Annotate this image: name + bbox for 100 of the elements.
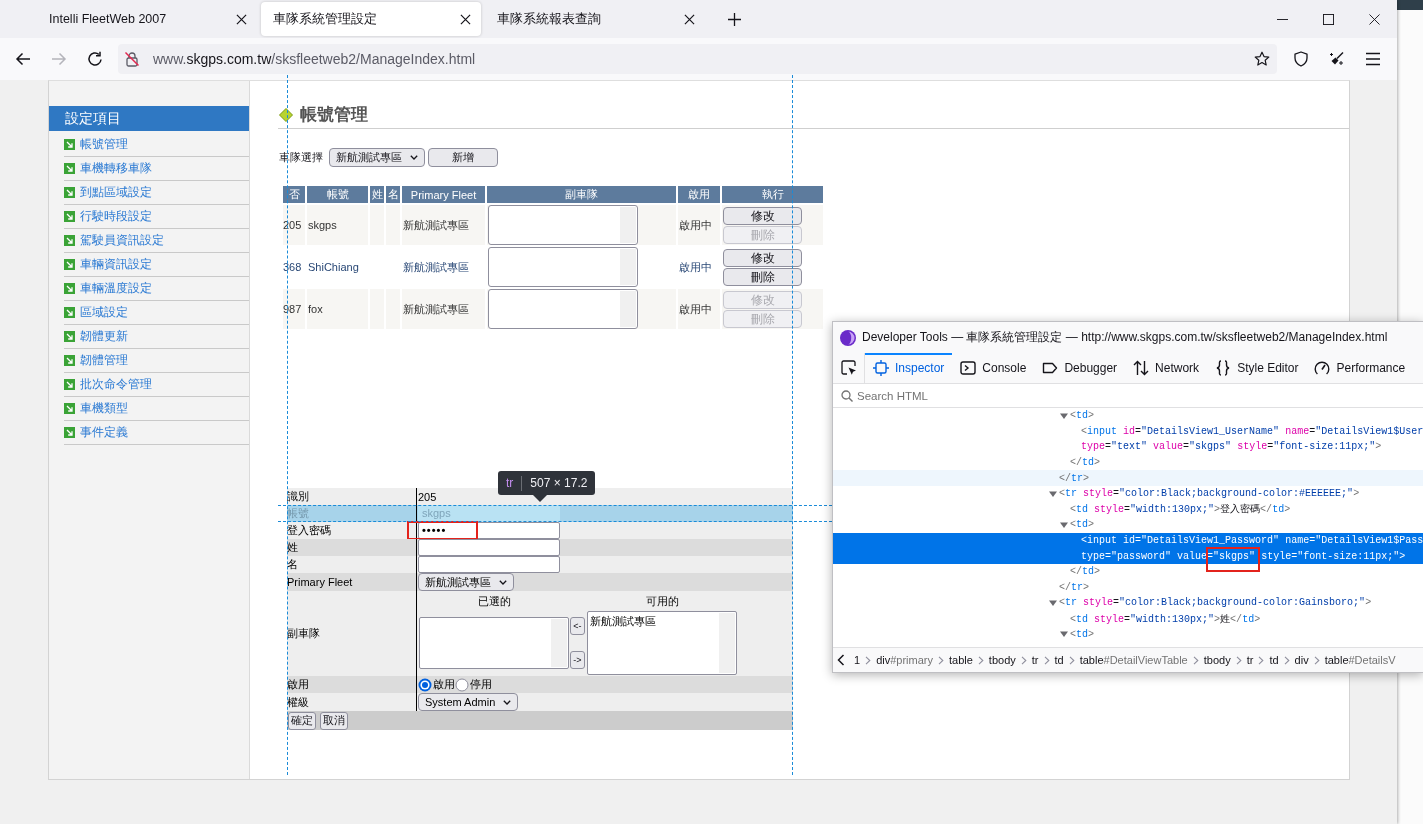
search-field[interactable]: Search HTML <box>857 386 1423 405</box>
lock-slash-icon[interactable] <box>124 51 140 67</box>
address-bar[interactable]: www.skgps.com.tw/sksfleetweb2/ManageIndex.html <box>118 44 1277 74</box>
fleet-select[interactable]: 新航測試專區 <box>329 148 425 167</box>
text-input[interactable] <box>418 556 560 573</box>
breadcrumb[interactable]: td <box>1269 654 1279 666</box>
sidebar-link[interactable]: 車輛溫度設定 <box>64 277 249 301</box>
action-button[interactable]: 修改 <box>723 206 802 225</box>
maximize-icon[interactable] <box>1322 13 1334 25</box>
markup-line[interactable]: type="text" value="skgps" style="font-size:11px;"> <box>833 439 1423 455</box>
markup-line[interactable]: </tr> <box>833 579 1423 596</box>
list-option[interactable]: 新航測試專區 <box>590 614 736 629</box>
dropdown-select[interactable]: System Admin <box>418 693 519 711</box>
breadcrumb[interactable]: td <box>1054 654 1064 666</box>
markup-line[interactable]: <td> <box>833 408 1423 424</box>
chevron-right-icon <box>1068 655 1075 665</box>
sidebar-link[interactable]: 韌體管理 <box>64 349 249 373</box>
element-picker-icon[interactable] <box>840 360 857 376</box>
field-label: 副車隊 <box>287 626 320 641</box>
markup-line[interactable]: <input id="DetailsView1_UserName" name="DetailsView1$User <box>833 423 1423 440</box>
plus-icon[interactable] <box>728 12 741 26</box>
field-label: 姓 <box>287 540 298 555</box>
devtools-tab[interactable]: Debugger <box>1034 353 1126 383</box>
broom-sparkle-icon[interactable] <box>1329 51 1345 67</box>
sidebar-link[interactable]: 韌體更新 <box>64 325 249 349</box>
close-icon[interactable] <box>236 13 247 25</box>
breadcrumb[interactable]: table <box>949 654 973 666</box>
breadcrumb[interactable]: tr <box>1031 654 1039 666</box>
arrow-square-icon <box>64 187 75 198</box>
chevron-right-icon <box>977 655 984 665</box>
action-button[interactable]: 刪除 <box>723 267 802 286</box>
chevron-left-icon[interactable] <box>837 654 845 666</box>
markup-line[interactable]: <td style="width:130px;">姓</td> <box>833 610 1423 627</box>
breadcrumb[interactable]: 1 <box>854 654 861 666</box>
markup-line[interactable]: <td style="width:130px;">登入密碼</td> <box>833 501 1423 518</box>
move-right-button[interactable]: -> <box>570 651 585 669</box>
selected-listbox[interactable] <box>419 617 569 669</box>
action-button[interactable]: 修改 <box>723 248 802 267</box>
browser-tab[interactable]: 車隊系統報表查詢 <box>485 2 705 36</box>
markup-line[interactable]: </td> <box>833 454 1423 471</box>
close-icon[interactable] <box>460 13 471 25</box>
chevron-right-icon <box>1192 655 1199 665</box>
radio-option[interactable]: 啟用 <box>418 677 455 692</box>
devtools-tab[interactable]: Inspector <box>865 353 953 383</box>
radio-icon[interactable] <box>455 677 469 692</box>
disclosure-triangle-icon[interactable] <box>1060 411 1068 420</box>
radio-icon[interactable] <box>418 677 432 692</box>
sub-fleet-listbox[interactable] <box>488 247 638 287</box>
breadcrumb[interactable]: tbody <box>1203 654 1231 666</box>
sidebar-link[interactable]: 批次命令管理 <box>64 373 249 397</box>
breadcrumb[interactable]: div <box>1294 654 1309 666</box>
radio-option[interactable]: 停用 <box>455 677 492 692</box>
dropdown-select[interactable]: 新航測試專區 <box>418 573 514 591</box>
sidebar-link[interactable]: 行駛時段設定 <box>64 205 249 229</box>
breadcrumb[interactable]: table#DetailViewTable <box>1079 654 1188 666</box>
browser-tab[interactable]: 車隊系統管理設定 <box>261 2 481 36</box>
markup-line[interactable]: </td> <box>833 563 1423 580</box>
breadcrumb[interactable]: div#primary <box>876 654 933 666</box>
menu-icon[interactable] <box>1365 51 1381 67</box>
available-listbox[interactable]: 新航測試專區 <box>587 611 737 675</box>
form-button[interactable]: 取消 <box>320 711 348 730</box>
move-left-button[interactable]: <- <box>570 617 585 635</box>
sidebar-link[interactable]: 到點區域設定 <box>64 181 249 205</box>
disclosure-triangle-icon[interactable] <box>1049 489 1057 498</box>
breadcrumb[interactable]: tbody <box>988 654 1016 666</box>
devtools-tab[interactable]: Network <box>1125 353 1208 383</box>
disclosure-triangle-icon[interactable] <box>1049 598 1057 607</box>
markup-line[interactable]: <tr style="color:Black;background-color:Gainsboro;"> <box>833 595 1423 611</box>
field-label: Primary Fleet <box>287 576 353 588</box>
terminal-icon <box>960 360 977 376</box>
devtools-tab[interactable]: Style Editor <box>1207 353 1307 383</box>
disclosure-triangle-icon[interactable] <box>1060 630 1068 639</box>
shield-icon[interactable] <box>1293 51 1309 67</box>
star-icon[interactable] <box>1254 51 1270 67</box>
sub-fleet-listbox[interactable] <box>488 289 638 329</box>
markup-line[interactable]: <tr style="color:Black;background-color:#EEEEEE;"> <box>833 485 1423 502</box>
text-input[interactable] <box>418 539 560 556</box>
sidebar-link[interactable]: 車機轉移車隊 <box>64 157 249 181</box>
devtools-tab[interactable]: Performance <box>1306 353 1414 383</box>
markup-line[interactable]: <td> <box>833 517 1423 533</box>
close-icon[interactable] <box>684 13 695 25</box>
breadcrumb[interactable]: tr <box>1246 654 1254 666</box>
form-button[interactable]: 確定 <box>288 711 316 730</box>
add-button[interactable]: 新增 <box>428 148 498 167</box>
disclosure-triangle-icon[interactable] <box>1060 520 1068 529</box>
browser-tab[interactable]: Intelli FleetWeb 2007 <box>37 2 257 36</box>
devtools-tab[interactable]: Console <box>952 353 1035 383</box>
back-arrow-icon[interactable] <box>15 51 31 67</box>
sidebar-link[interactable]: 駕駛員資訊設定 <box>64 229 249 253</box>
markup-line[interactable]: <td> <box>833 626 1423 642</box>
breadcrumb[interactable]: table#DetailsV <box>1324 654 1396 666</box>
sub-fleet-listbox[interactable] <box>488 205 638 245</box>
reload-icon[interactable] <box>87 51 103 67</box>
url-text[interactable]: www.skgps.com.tw/sksfleetweb2/ManageIndex.html <box>153 51 476 67</box>
sidebar-link[interactable]: 帳號管理 <box>64 133 249 157</box>
close-icon[interactable] <box>1368 13 1380 25</box>
sidebar-link[interactable]: 車機類型 <box>64 397 249 421</box>
sidebar-link[interactable]: 區域設定 <box>64 301 249 325</box>
sidebar-link[interactable]: 事件定義 <box>64 421 249 445</box>
sidebar-link[interactable]: 車輛資訊設定 <box>64 253 249 277</box>
